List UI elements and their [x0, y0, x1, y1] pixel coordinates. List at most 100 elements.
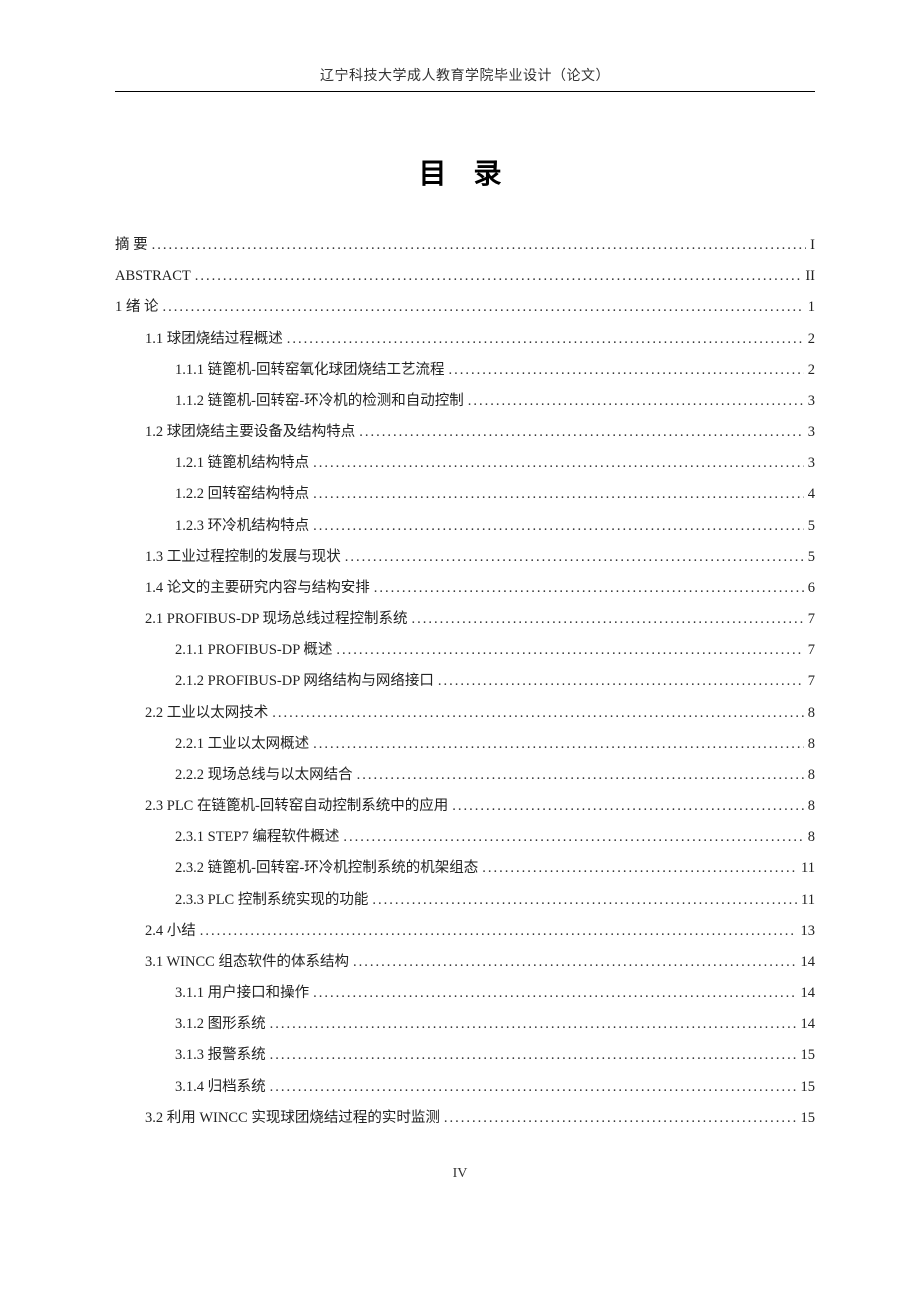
toc-entry-page: 15 [801, 1040, 816, 1071]
page-title: 目 录 [115, 152, 815, 192]
toc-entry-page: 11 [801, 853, 815, 884]
toc-entry-text: 2.3.1 STEP7 编程软件概述 [175, 822, 339, 853]
page-number: IV [0, 1166, 920, 1182]
toc-entry-page: 14 [801, 1009, 816, 1040]
toc-entry: 1.2.2 回转窑结构特点 4 [115, 479, 815, 510]
toc-entry-page: 5 [808, 511, 815, 542]
toc-entry: 2.2 工业以太网技术 8 [115, 698, 815, 729]
toc-entry: 3.1.4 归档系统 15 [115, 1072, 815, 1103]
toc-entry-text: 1 绪 论 [115, 292, 159, 323]
toc-entry: 3.1.2 图形系统14 [115, 1009, 815, 1040]
toc-entry-page: 2 [808, 355, 815, 386]
toc-entry-text: 1.3 工业过程控制的发展与现状 [145, 542, 341, 573]
toc-entry-text: 1.1 球团烧结过程概述 [145, 324, 283, 355]
toc-entry-text: 3.1.3 报警系统 [175, 1040, 266, 1071]
toc-dots [482, 853, 797, 884]
toc-dots [448, 355, 803, 386]
toc-entry-text: 1.4 论文的主要研究内容与结构安排 [145, 573, 370, 604]
toc-entry-page: 14 [801, 978, 816, 1009]
toc-entry: 2.2.2 现场总线与以太网结合 8 [115, 760, 815, 791]
toc-entry-text: 3.2 利用 WINCC 实现球团烧结过程的实时监测 [145, 1103, 440, 1134]
toc-entry: 1.4 论文的主要研究内容与结构安排 6 [115, 573, 815, 604]
toc-entry-page: 8 [808, 729, 815, 760]
toc-entry: 1.1.1 链篦机-回转窑氧化球团烧结工艺流程2 [115, 355, 815, 386]
toc-dots [152, 230, 807, 261]
toc-entry-page: 8 [808, 698, 815, 729]
toc-entry-page: 15 [801, 1103, 816, 1134]
toc-entry-text: 1.2.2 回转窑结构特点 [175, 479, 309, 510]
toc-dots [313, 511, 804, 542]
toc-entry: 2.3.3 PLC 控制系统实现的功能11 [115, 885, 815, 916]
toc-dots [372, 885, 797, 916]
toc-entry: 1.2.3 环冷机结构特点 5 [115, 511, 815, 542]
toc-entry-page: 8 [808, 760, 815, 791]
toc-entry: 2.4 小结13 [115, 916, 815, 947]
toc-entry-text: 2.2.2 现场总线与以太网结合 [175, 760, 353, 791]
toc-dots [444, 1103, 797, 1134]
toc-entry: 1.2.1 链篦机结构特点 3 [115, 448, 815, 479]
toc-entry-page: 15 [801, 1072, 816, 1103]
toc-entry-text: 1.1.2 链篦机-回转窑-环冷机的检测和自动控制 [175, 386, 464, 417]
toc-entry-page: 1 [808, 292, 815, 323]
toc-entry: 3.1.3 报警系统 15 [115, 1040, 815, 1071]
toc-entry-text: 2.1 PROFIBUS-DP 现场总线过程控制系统 [145, 604, 408, 635]
toc-entry-page: 2 [808, 324, 815, 355]
toc-dots [345, 542, 804, 573]
toc-dots [359, 417, 804, 448]
toc-dots [313, 448, 804, 479]
toc-entry-text: 1.2.3 环冷机结构特点 [175, 511, 309, 542]
toc-entry: 2.3 PLC 在链篦机-回转窑自动控制系统中的应用 8 [115, 791, 815, 822]
running-header: 辽宁科技大学成人教育学院毕业设计（论文） [115, 65, 815, 92]
toc-entry-page: 6 [808, 573, 815, 604]
toc-entry-text: 3.1.1 用户接口和操作 [175, 978, 309, 1009]
toc-dots [163, 292, 804, 323]
toc-entry: 2.1 PROFIBUS-DP 现场总线过程控制系统 7 [115, 604, 815, 635]
toc-entry-text: 2.2 工业以太网技术 [145, 698, 268, 729]
toc-entry: 1.1.2 链篦机-回转窑-环冷机的检测和自动控制3 [115, 386, 815, 417]
toc-entry: 1 绪 论 1 [115, 292, 815, 323]
toc-dots [270, 1072, 797, 1103]
toc-entry-text: 2.1.2 PROFIBUS-DP 网络结构与网络接口 [175, 666, 434, 697]
toc-entry-page: 14 [801, 947, 816, 978]
toc-dots [313, 479, 804, 510]
toc-dots [438, 666, 804, 697]
toc-entry: 2.1.2 PROFIBUS-DP 网络结构与网络接口 7 [115, 666, 815, 697]
toc-entry-text: 2.3.3 PLC 控制系统实现的功能 [175, 885, 368, 916]
toc-entry-page: I [810, 230, 815, 261]
toc-entry-text: 3.1.4 归档系统 [175, 1072, 266, 1103]
toc-dots [336, 635, 803, 666]
toc-entry: 3.1 WINCC 组态软件的体系结构 14 [115, 947, 815, 978]
toc-entry: 1.1 球团烧结过程概述 2 [115, 324, 815, 355]
toc-entry-page: 3 [808, 448, 815, 479]
toc-dots [272, 698, 804, 729]
toc-entry-page: 7 [808, 604, 815, 635]
toc-entry-text: 摘 要 [115, 230, 148, 261]
toc-entry: 2.2.1 工业以太网概述 8 [115, 729, 815, 760]
toc-entry-text: 2.3 PLC 在链篦机-回转窑自动控制系统中的应用 [145, 791, 448, 822]
toc-entry: 1.2 球团烧结主要设备及结构特点 3 [115, 417, 815, 448]
toc-entry: 2.3.1 STEP7 编程软件概述8 [115, 822, 815, 853]
toc-dots [200, 916, 797, 947]
toc-entry-text: 2.3.2 链篦机-回转窑-环冷机控制系统的机架组态 [175, 853, 478, 884]
toc-entry-text: 1.2.1 链篦机结构特点 [175, 448, 309, 479]
toc-entry-text: 1.2 球团烧结主要设备及结构特点 [145, 417, 355, 448]
toc-entry-text: 2.2.1 工业以太网概述 [175, 729, 309, 760]
toc-dots [270, 1009, 797, 1040]
toc-entry-page: 7 [808, 666, 815, 697]
toc-entry: 摘 要I [115, 230, 815, 261]
toc-dots [374, 573, 804, 604]
toc-entry-text: ABSTRACT [115, 261, 191, 292]
toc-entry-page: 3 [808, 417, 815, 448]
toc-entry-page: 8 [808, 791, 815, 822]
toc-dots [353, 947, 797, 978]
toc-entry-text: 2.4 小结 [145, 916, 196, 947]
toc-dots [357, 760, 804, 791]
toc-entry: 2.1.1 PROFIBUS-DP 概述 7 [115, 635, 815, 666]
toc-dots [270, 1040, 797, 1071]
toc-entry-page: 5 [808, 542, 815, 573]
toc-entry-text: 3.1 WINCC 组态软件的体系结构 [145, 947, 349, 978]
toc-entry-page: 4 [808, 479, 815, 510]
toc-entry-page: II [805, 261, 815, 292]
toc-entry-page: 7 [808, 635, 815, 666]
toc-entry-text: 2.1.1 PROFIBUS-DP 概述 [175, 635, 332, 666]
